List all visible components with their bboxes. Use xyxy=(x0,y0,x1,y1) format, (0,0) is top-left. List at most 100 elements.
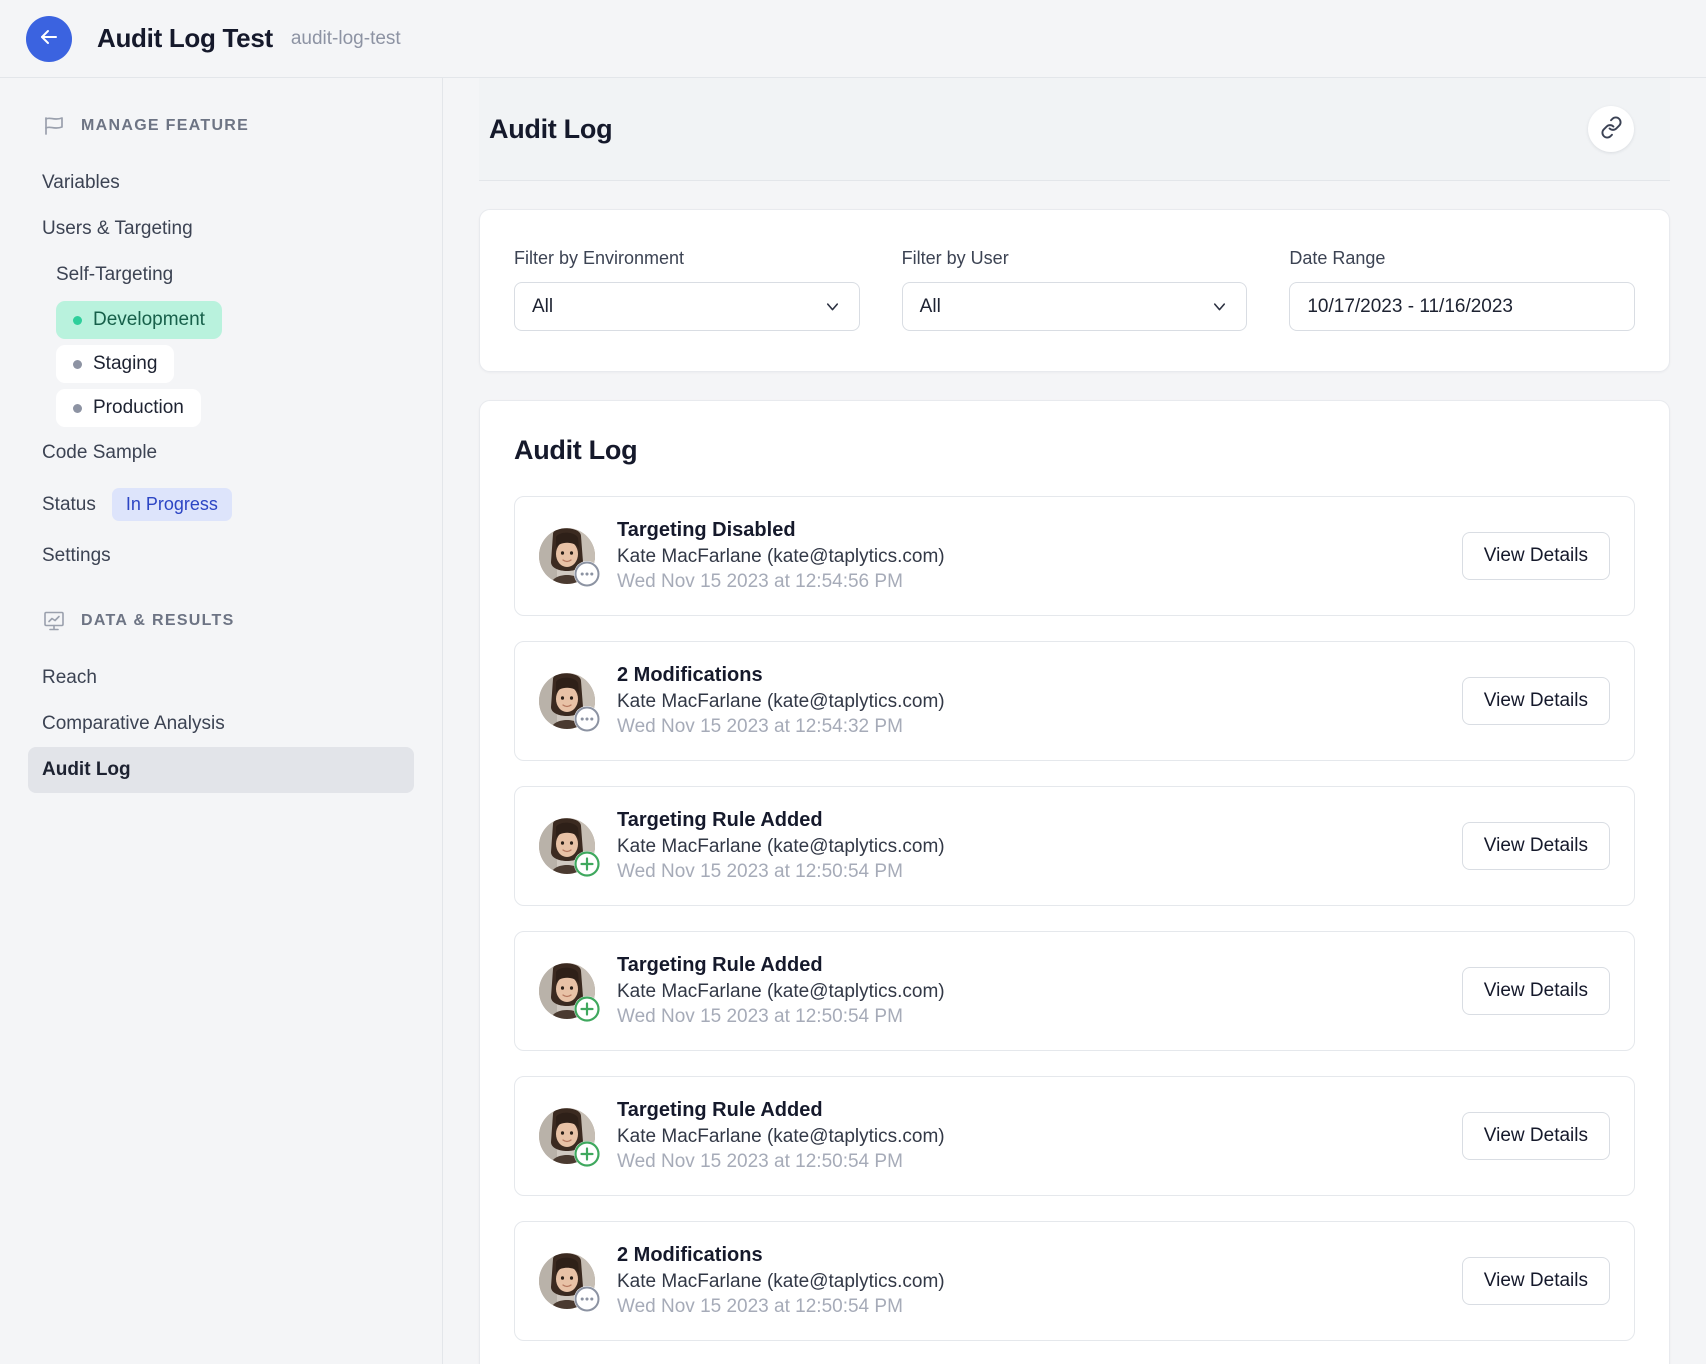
entry-text: Targeting Disabled Kate MacFarlane (kate… xyxy=(617,519,1462,593)
filter-environment-label: Filter by Environment xyxy=(514,248,860,269)
audit-log-heading: Audit Log xyxy=(514,435,1635,466)
env-label: Staging xyxy=(93,353,157,375)
table-row: Targeting Rule Added Kate MacFarlane (ka… xyxy=(514,786,1635,906)
entry-timestamp: Wed Nov 15 2023 at 12:50:54 PM xyxy=(617,1151,1462,1173)
view-details-button[interactable]: View Details xyxy=(1462,532,1610,580)
entry-title: Targeting Rule Added xyxy=(617,954,1462,977)
sidebar-section-label: DATA & RESULTS xyxy=(81,612,235,630)
page-header: Audit Log xyxy=(479,78,1670,181)
back-button[interactable] xyxy=(26,16,72,62)
page-heading: Audit Log xyxy=(489,114,612,145)
main-content: Audit Log Filter by Environment All xyxy=(443,78,1706,1364)
entry-title: Targeting Rule Added xyxy=(617,1099,1462,1122)
view-details-button[interactable]: View Details xyxy=(1462,1257,1610,1305)
status-dot-icon xyxy=(73,404,82,413)
sidebar-item-audit-log[interactable]: Audit Log xyxy=(28,747,414,793)
entry-text: 2 Modifications Kate MacFarlane (kate@ta… xyxy=(617,664,1462,738)
view-details-button[interactable]: View Details xyxy=(1462,967,1610,1015)
date-range-input[interactable]: 10/17/2023 - 11/16/2023 xyxy=(1289,282,1635,331)
presentation-chart-icon xyxy=(42,609,66,633)
avatar xyxy=(539,673,595,729)
entry-text: Targeting Rule Added Kate MacFarlane (ka… xyxy=(617,1099,1462,1173)
view-details-button[interactable]: View Details xyxy=(1462,822,1610,870)
sidebar-env-staging-row: Staging xyxy=(28,342,414,386)
filter-user-label: Filter by User xyxy=(902,248,1248,269)
sidebar-item-env-staging[interactable]: Staging xyxy=(56,345,174,383)
status-dot-icon xyxy=(73,360,82,369)
ellipsis-badge-icon xyxy=(574,1286,600,1312)
flag-icon xyxy=(42,114,66,138)
filter-environment-select[interactable]: All xyxy=(514,282,860,331)
entry-title: Targeting Disabled xyxy=(617,519,1462,542)
sidebar: MANAGE FEATURE Variables Users & Targeti… xyxy=(0,78,443,1364)
sidebar-item-code-sample[interactable]: Code Sample xyxy=(28,430,414,476)
entry-text: Targeting Rule Added Kate MacFarlane (ka… xyxy=(617,809,1462,883)
entry-title: 2 Modifications xyxy=(617,664,1462,687)
top-bar: Audit Log Test audit-log-test xyxy=(0,0,1706,78)
entry-type-badge-icon xyxy=(574,851,600,877)
entry-text: Targeting Rule Added Kate MacFarlane (ka… xyxy=(617,954,1462,1028)
copy-link-button[interactable] xyxy=(1588,106,1634,152)
filter-user-select[interactable]: All xyxy=(902,282,1248,331)
plus-badge-icon xyxy=(574,996,600,1022)
view-details-button[interactable]: View Details xyxy=(1462,1112,1610,1160)
audit-log-list: Targeting Disabled Kate MacFarlane (kate… xyxy=(514,496,1635,1341)
sidebar-item-users-targeting[interactable]: Users & Targeting xyxy=(28,206,414,252)
table-row: Targeting Rule Added Kate MacFarlane (ka… xyxy=(514,1076,1635,1196)
avatar xyxy=(539,1253,595,1309)
filter-user-value: All xyxy=(920,296,941,318)
entry-type-badge-icon xyxy=(574,706,600,732)
table-row: Targeting Disabled Kate MacFarlane (kate… xyxy=(514,496,1635,616)
avatar xyxy=(539,963,595,1019)
entry-user: Kate MacFarlane (kate@taplytics.com) xyxy=(617,1126,1462,1148)
entry-type-badge-icon xyxy=(574,996,600,1022)
avatar xyxy=(539,1108,595,1164)
entry-type-badge-icon xyxy=(574,561,600,587)
table-row: 2 Modifications Kate MacFarlane (kate@ta… xyxy=(514,1221,1635,1341)
sidebar-spacer xyxy=(28,579,414,609)
entry-user: Kate MacFarlane (kate@taplytics.com) xyxy=(617,981,1462,1003)
entry-type-badge-icon xyxy=(574,1286,600,1312)
status-badge[interactable]: In Progress xyxy=(112,488,232,521)
filters-card: Filter by Environment All Filter by User xyxy=(479,209,1670,372)
feature-key: audit-log-test xyxy=(291,28,401,50)
audit-log-card: Audit Log xyxy=(479,400,1670,1364)
entry-user: Kate MacFarlane (kate@taplytics.com) xyxy=(617,836,1462,858)
sidebar-item-comparative-analysis[interactable]: Comparative Analysis xyxy=(28,701,414,747)
sidebar-env-development-row: Development xyxy=(28,298,414,342)
entry-title: 2 Modifications xyxy=(617,1244,1462,1267)
link-icon xyxy=(1600,116,1623,142)
table-row: Targeting Rule Added Kate MacFarlane (ka… xyxy=(514,931,1635,1051)
view-details-button[interactable]: View Details xyxy=(1462,677,1610,725)
sidebar-item-variables[interactable]: Variables xyxy=(28,160,414,206)
entry-type-badge-icon xyxy=(574,1141,600,1167)
env-label: Production xyxy=(93,397,184,419)
sidebar-item-env-production[interactable]: Production xyxy=(56,389,201,427)
filter-user-field: Filter by User All xyxy=(902,248,1248,331)
filter-environment-field: Filter by Environment All xyxy=(514,248,860,331)
plus-badge-icon xyxy=(574,1141,600,1167)
entry-user: Kate MacFarlane (kate@taplytics.com) xyxy=(617,1271,1462,1293)
chevron-down-icon xyxy=(1210,297,1229,316)
entry-timestamp: Wed Nov 15 2023 at 12:54:56 PM xyxy=(617,571,1462,593)
entry-timestamp: Wed Nov 15 2023 at 12:50:54 PM xyxy=(617,1006,1462,1028)
filter-environment-value: All xyxy=(532,296,553,318)
sidebar-item-settings[interactable]: Settings xyxy=(28,533,414,579)
sidebar-item-self-targeting[interactable]: Self-Targeting xyxy=(28,252,414,298)
filters-row: Filter by Environment All Filter by User xyxy=(480,210,1669,371)
filter-date-range-field: Date Range 10/17/2023 - 11/16/2023 xyxy=(1289,248,1635,331)
status-dot-icon xyxy=(73,316,82,325)
plus-badge-icon xyxy=(574,851,600,877)
avatar xyxy=(539,528,595,584)
entry-text: 2 Modifications Kate MacFarlane (kate@ta… xyxy=(617,1244,1462,1318)
page-title: Audit Log Test xyxy=(97,23,273,54)
entry-timestamp: Wed Nov 15 2023 at 12:50:54 PM xyxy=(617,1296,1462,1318)
status-label: Status xyxy=(42,494,96,516)
env-label: Development xyxy=(93,309,205,331)
sidebar-status-row: Status In Progress xyxy=(28,476,414,533)
entry-user: Kate MacFarlane (kate@taplytics.com) xyxy=(617,691,1462,713)
sidebar-item-env-development[interactable]: Development xyxy=(56,301,222,339)
date-range-value: 10/17/2023 - 11/16/2023 xyxy=(1307,296,1513,318)
sidebar-item-reach[interactable]: Reach xyxy=(28,655,414,701)
avatar xyxy=(539,818,595,874)
